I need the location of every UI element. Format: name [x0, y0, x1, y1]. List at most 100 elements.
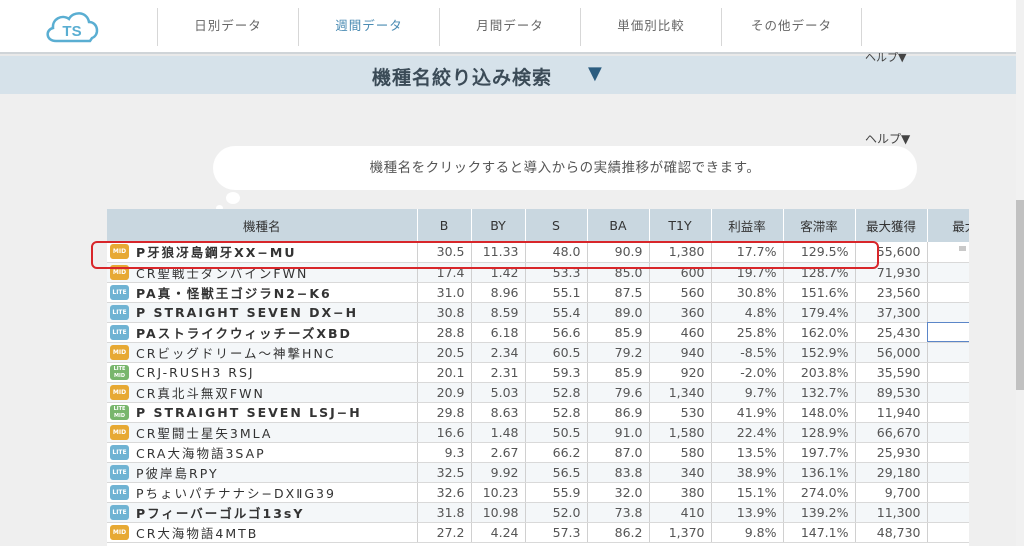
machine-name-link[interactable]: Pフィーバーゴルゴ13sY: [136, 506, 304, 521]
cell-max-extra: 1: [927, 402, 969, 423]
cell-max-gain: 37,300: [855, 302, 928, 323]
cell-by: 2.31: [471, 362, 526, 383]
table-row[interactable]: LITE P彼岸島RPY 32.5 9.92 56.5 83.8 340 38.9% 136.1…: [107, 462, 969, 483]
machine-name-link[interactable]: P STRAIGHT SEVEN LSJ−H: [136, 405, 362, 420]
machine-name-link[interactable]: CRA大海物語3SAP: [136, 446, 266, 461]
machine-name-cell[interactable]: LITE P彼岸島RPY: [107, 462, 418, 483]
machine-name-link[interactable]: P彼岸島RPY: [136, 466, 219, 481]
machine-name-cell[interactable]: MID CR聖闘士星矢3MLA: [107, 422, 418, 443]
machine-name-cell[interactable]: MID CR真北斗無双FWN: [107, 382, 418, 403]
cell-profit: 13.9%: [711, 502, 784, 523]
page-scrollbar-thumb[interactable]: [1016, 200, 1024, 390]
machine-name-link[interactable]: CRビッグドリーム〜神撃HNC: [136, 346, 336, 361]
machine-name-link[interactable]: CR大海物語4MTB: [136, 526, 258, 541]
machine-name-link[interactable]: P STRAIGHT SEVEN DX−H: [136, 305, 358, 320]
table-row[interactable]: LITE P STRAIGHT SEVEN DX−H 30.8 8.59 55.4 89.…: [107, 302, 969, 323]
cell-by: 9.92: [471, 462, 526, 483]
cell-b: 27.2: [417, 522, 472, 543]
help-link[interactable]: ヘルプ▼: [865, 130, 910, 147]
machine-name-cell[interactable]: LITE MID CRJ-RUSH3 RSJ: [107, 362, 418, 383]
cell-t1y: 1,340: [649, 382, 712, 403]
cell-max-gain: 48,730: [855, 522, 928, 543]
col-header-b[interactable]: B: [417, 209, 472, 242]
cell-profit: 30.8%: [711, 282, 784, 303]
cell-by: 1.48: [471, 422, 526, 443]
machine-name-link[interactable]: CR真北斗無双FWN: [136, 386, 265, 401]
cell-by: 4.24: [471, 522, 526, 543]
cell-max-gain: 29,180: [855, 462, 928, 483]
col-header-stay[interactable]: 客滞率: [783, 209, 856, 242]
cell-t1y: 460: [649, 322, 712, 343]
table-row[interactable]: LITE Pフィーバーゴルゴ13sY 31.8 10.98 52.0 73.8 410 13.…: [107, 502, 969, 523]
lite-badge-icon: LITE: [110, 484, 129, 500]
cell-max-gain: 11,300: [855, 502, 928, 523]
machine-name-cell[interactable]: LITE MID P STRAIGHT SEVEN LSJ−H: [107, 402, 418, 423]
machine-name-link[interactable]: CRJ-RUSH3 RSJ: [136, 365, 255, 380]
nav-weekly[interactable]: 週間データ: [298, 8, 439, 46]
table-row[interactable]: LITE PAストライクウィッチーズXBD 28.8 6.18 56.6 85.9 460 2…: [107, 322, 969, 343]
cell-t1y: 410: [649, 502, 712, 523]
table-row[interactable]: LITE Pちょいパチナナシ−DXⅡG39 32.6 10.23 55.9 32.0 380…: [107, 482, 969, 503]
mid-badge-icon: MID: [110, 344, 129, 360]
section-title[interactable]: 機種名絞り込み検索: [372, 63, 552, 90]
cell-t1y: 1,580: [649, 422, 712, 443]
cell-by: 5.03: [471, 382, 526, 403]
cell-stay: 147.1%: [783, 522, 856, 543]
table-row[interactable]: MID CR大海物語4MTB 27.2 4.24 57.3 86.2 1,370 9.8% 14…: [107, 522, 969, 543]
cell-t1y: 940: [649, 342, 712, 363]
table-row[interactable]: MID CR真北斗無双FWN 20.9 5.03 52.8 79.6 1,340 9.7% 13…: [107, 382, 969, 403]
machine-name-cell[interactable]: LITE P STRAIGHT SEVEN DX−H: [107, 302, 418, 323]
nav-monthly[interactable]: 月間データ: [439, 8, 580, 46]
machine-name-link[interactable]: PA真・怪獣王ゴジラN2−K6: [136, 286, 332, 301]
machine-name-cell[interactable]: LITE PA真・怪獣王ゴジラN2−K6: [107, 282, 418, 303]
col-header-max-extra[interactable]: 最大接: [927, 209, 969, 242]
table-scroll-thumb[interactable]: [959, 246, 966, 251]
col-header-max-gain[interactable]: 最大獲得: [855, 209, 928, 242]
cell-b: 30.8: [417, 302, 472, 323]
cell-max-extra: 2: [927, 422, 969, 443]
cell-by: 10.98: [471, 502, 526, 523]
cell-stay: 139.2%: [783, 502, 856, 523]
machine-name-cell[interactable]: MID CR大海物語4MTB: [107, 522, 418, 543]
machine-name-cell[interactable]: MID CRビッグドリーム〜神撃HNC: [107, 342, 418, 363]
col-header-s[interactable]: S: [525, 209, 588, 242]
machine-name-link[interactable]: PAストライクウィッチーズXBD: [136, 326, 352, 341]
table-row[interactable]: LITE PA真・怪獣王ゴジラN2−K6 31.0 8.96 55.1 87.5 560 30…: [107, 282, 969, 303]
cell-profit: 41.9%: [711, 402, 784, 423]
help-top-link[interactable]: ヘルプ▼: [865, 49, 906, 65]
cell-s: 55.4: [525, 302, 588, 323]
table-row[interactable]: LITE CRA大海物語3SAP 9.3 2.67 66.2 87.0 580 13.5% 19…: [107, 442, 969, 463]
table-row[interactable]: LITE MID P STRAIGHT SEVEN LSJ−H 29.8 8.63 52.…: [107, 402, 969, 423]
machine-name-cell[interactable]: LITE Pフィーバーゴルゴ13sY: [107, 502, 418, 523]
nav-other-data[interactable]: その他データ: [721, 8, 862, 46]
col-header-ba[interactable]: BA: [587, 209, 650, 242]
machine-name-cell[interactable]: LITE PAストライクウィッチーズXBD: [107, 322, 418, 343]
nav-daily[interactable]: 日別データ: [157, 8, 298, 46]
machine-name-link[interactable]: Pちょいパチナナシ−DXⅡG39: [136, 486, 336, 501]
ts-logo-icon[interactable]: TS: [42, 8, 102, 48]
col-header-by[interactable]: BY: [471, 209, 526, 242]
cell-ba: 73.8: [587, 502, 650, 523]
hint-bubble: 機種名をクリックすると導入からの実績推移が確認できます。: [213, 146, 917, 190]
machine-name-link[interactable]: CR聖闘士星矢3MLA: [136, 426, 272, 441]
col-header-profit[interactable]: 利益率: [711, 209, 784, 242]
cell-stay: 151.6%: [783, 282, 856, 303]
col-header-t1y[interactable]: T1Y: [649, 209, 712, 242]
table-row[interactable]: LITE MID CRJ-RUSH3 RSJ 20.1 2.31 59.3 85.9 920-…: [107, 362, 969, 383]
machine-name-cell[interactable]: LITE Pちょいパチナナシ−DXⅡG39: [107, 482, 418, 503]
cell-s: 66.2: [525, 442, 588, 463]
cell-b: 32.6: [417, 482, 472, 503]
table-row[interactable]: MID CR聖闘士星矢3MLA 16.6 1.48 50.5 91.0 1,580 22.4%…: [107, 422, 969, 443]
col-header-name[interactable]: 機種名: [107, 209, 418, 242]
machine-name-cell[interactable]: LITE CRA大海物語3SAP: [107, 442, 418, 463]
cell-t1y: 1,370: [649, 522, 712, 543]
chevron-down-icon[interactable]: ▼: [588, 63, 602, 84]
cell-max-extra: 4: [927, 382, 969, 403]
lite-badge-icon: LITE: [110, 284, 129, 300]
nav-price-compare[interactable]: 単価別比較: [580, 8, 721, 46]
cell-ba: 79.6: [587, 382, 650, 403]
cell-b: 32.5: [417, 462, 472, 483]
cell-max-gain: 25,930: [855, 442, 928, 463]
cell-stay: 132.7%: [783, 382, 856, 403]
table-row[interactable]: MID CRビッグドリーム〜神撃HNC 20.5 2.34 60.5 79.2 940 -8.…: [107, 342, 969, 363]
